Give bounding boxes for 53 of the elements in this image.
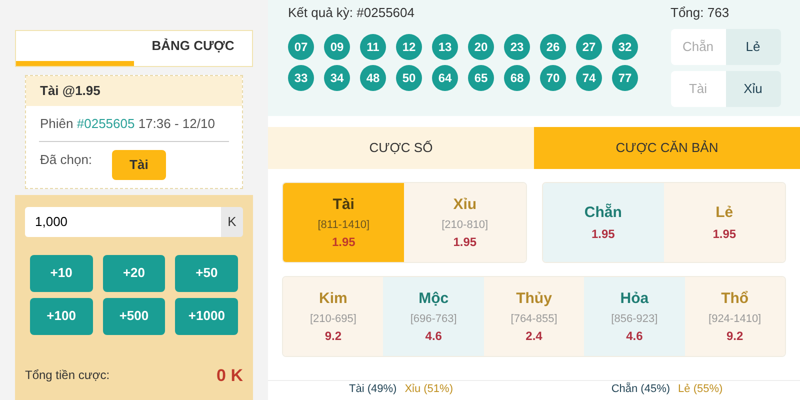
- bet-option[interactable]: Kim [210-695] 9.2: [283, 277, 384, 356]
- stat-label: Chẵn (45%): [611, 382, 670, 398]
- result-ball: 23: [504, 34, 530, 60]
- bet-option[interactable]: Tài [811-1410] 1.95: [283, 183, 404, 262]
- result-ball: 13: [432, 34, 458, 60]
- total-label: Tổng tiền cược:: [25, 367, 110, 384]
- chosen-option-button[interactable]: Tài: [112, 150, 166, 180]
- chosen-label: Đã chọn:: [40, 151, 92, 169]
- ticket-title: Tài @1.95: [26, 76, 242, 106]
- tab[interactable]: CƯỢC SỐ: [268, 127, 534, 169]
- stat-label: Lẻ (55%): [678, 382, 723, 398]
- amount-input[interactable]: 1,000: [25, 206, 221, 236]
- result-ball: 48: [360, 64, 386, 90]
- tab[interactable]: CƯỢC CĂN BẢN: [534, 127, 800, 169]
- quick-amount-button[interactable]: +500: [102, 298, 166, 334]
- result-ball: 74: [576, 64, 602, 90]
- result-ball: 65: [468, 64, 494, 90]
- unit-label: K: [221, 206, 243, 236]
- result-title: Kết quả kỳ: #0255604: [288, 4, 416, 22]
- result-ball: 68: [504, 64, 530, 90]
- sum-label: Tổng: 763: [670, 5, 730, 20]
- quick-amount-button[interactable]: +100: [30, 298, 93, 334]
- total-value: 0 K: [216, 364, 243, 386]
- result-ball: 27: [576, 34, 602, 60]
- result-ball: 70: [540, 64, 566, 90]
- result-ball: 77: [612, 64, 638, 90]
- result-ball: 20: [468, 34, 494, 60]
- quick-amount-button[interactable]: +1000: [175, 298, 238, 334]
- stat-label: Tài (49%): [349, 382, 397, 398]
- result-ball: 09: [324, 34, 350, 60]
- bet-option[interactable]: Hỏa [856-923] 4.6: [584, 277, 685, 356]
- bet-option[interactable]: Thổ [924-1410] 9.2: [684, 277, 785, 356]
- stat-label: Xỉu (51%): [404, 382, 453, 398]
- result-ball: 33: [288, 64, 314, 90]
- result-ball: 32: [612, 34, 638, 60]
- quick-amount-button[interactable]: +20: [102, 254, 166, 292]
- quick-amount-button[interactable]: +50: [175, 254, 238, 292]
- bet-option[interactable]: Xỉu [210-810] 1.95: [404, 183, 526, 262]
- result-toggle[interactable]: Lẻ: [726, 28, 780, 64]
- bet-option[interactable]: Lẻ 1.95: [664, 183, 785, 262]
- result-ball: 11: [360, 34, 386, 60]
- result-ball: 07: [288, 34, 314, 60]
- session-info: Phiên #0255605 17:36 - 12/10: [40, 116, 215, 130]
- result-ball: 50: [396, 64, 422, 90]
- quick-amount-button[interactable]: +10: [30, 254, 93, 292]
- bet-option[interactable]: Thủy [764-855] 2.4: [484, 277, 584, 356]
- result-ball: 12: [396, 34, 422, 60]
- bet-option[interactable]: Mộc [696-763] 4.6: [383, 277, 484, 356]
- result-ball: 26: [540, 34, 566, 60]
- result-ball: 34: [324, 64, 350, 90]
- result-ball: 64: [432, 64, 458, 90]
- bet-option[interactable]: Chẵn 1.95: [542, 183, 664, 262]
- result-toggle[interactable]: Xỉu: [726, 70, 780, 106]
